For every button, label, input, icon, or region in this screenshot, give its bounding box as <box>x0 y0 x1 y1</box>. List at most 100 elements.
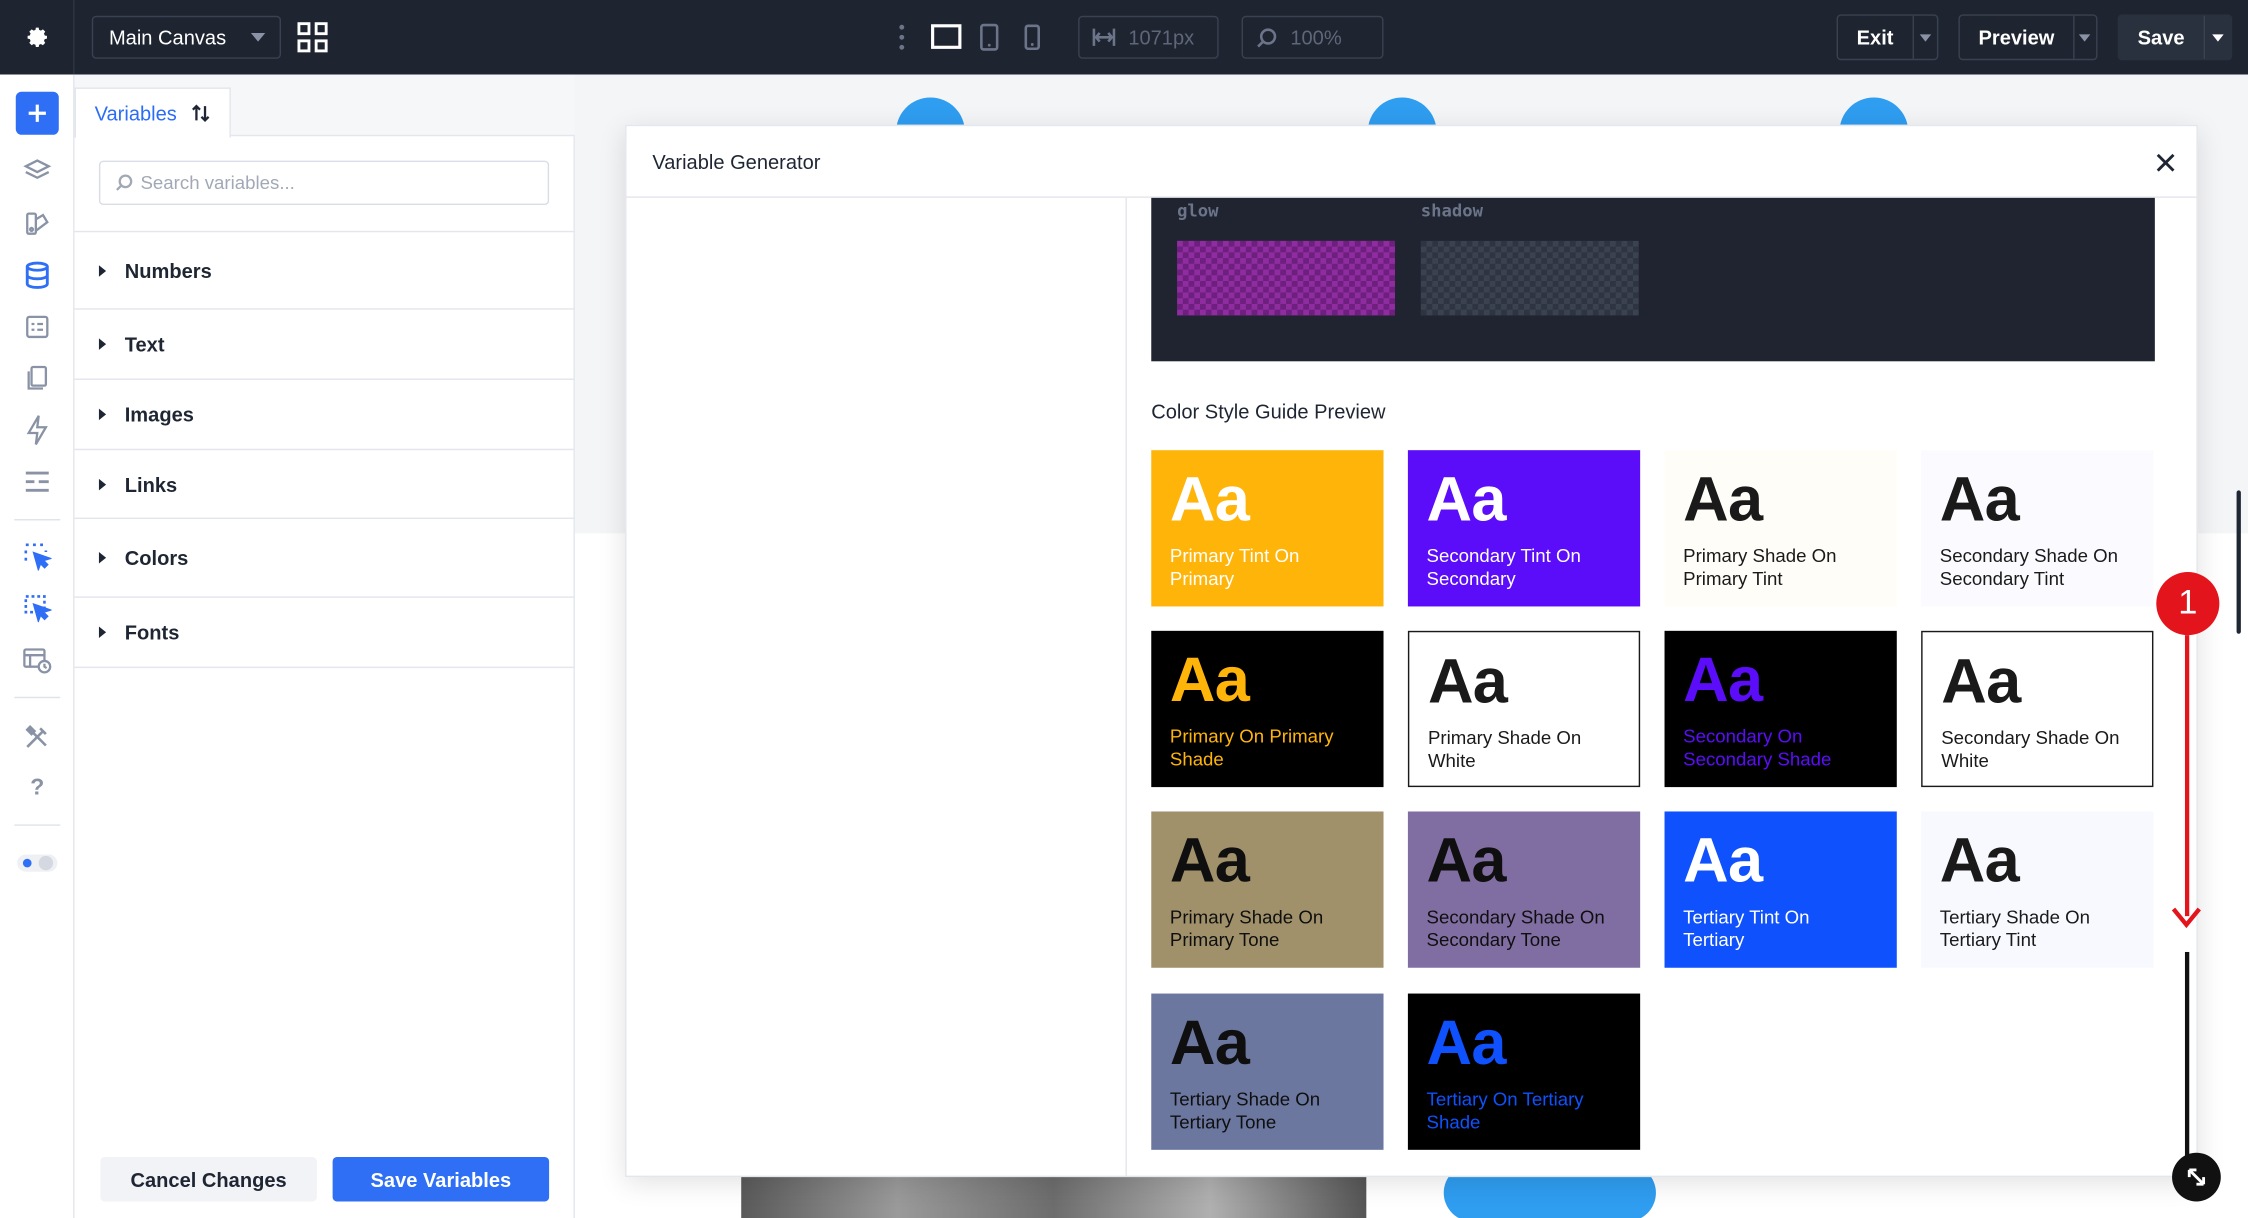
mobile-view-button[interactable] <box>1024 23 1041 59</box>
desktop-icon <box>931 24 962 49</box>
sort-icon[interactable] <box>191 103 211 123</box>
zoom-field[interactable]: 100% <box>1241 15 1384 59</box>
chevron-down-icon <box>2079 33 2092 41</box>
pages-icon <box>27 365 48 390</box>
settings-button[interactable] <box>0 0 75 75</box>
cancel-changes-button[interactable]: Cancel Changes <box>100 1156 317 1202</box>
section-links[interactable]: Links <box>74 450 575 519</box>
database-button[interactable] <box>14 252 60 298</box>
card-name: Tertiary Shade On Tertiary Tint <box>1939 906 2091 950</box>
section-text[interactable]: Text <box>74 310 575 380</box>
card-name: Tertiary Shade On Tertiary Tone <box>1169 1088 1321 1132</box>
tablet-icon <box>980 23 999 51</box>
forms-button[interactable] <box>14 304 60 350</box>
tablet-view-button[interactable] <box>979 23 999 59</box>
style-card: Aa Secondary Shade On White <box>1921 630 2154 788</box>
canvas-select[interactable]: Main Canvas <box>91 15 282 59</box>
card-sample-text: Aa <box>1939 464 2020 535</box>
pages-button[interactable] <box>14 356 60 402</box>
close-button[interactable] <box>2151 148 2180 177</box>
tools-button[interactable] <box>14 714 60 760</box>
section-label: Fonts <box>124 620 180 644</box>
desktop-view-button[interactable] <box>930 23 962 59</box>
structure-button[interactable] <box>14 459 60 505</box>
theme-toggle[interactable] <box>14 840 60 886</box>
database-icon <box>25 261 49 289</box>
search-icon <box>1257 27 1277 47</box>
caret-right-icon <box>98 551 107 564</box>
swatch-label: shadow <box>1420 200 1483 221</box>
caret-right-icon <box>98 264 107 276</box>
grid-view-button[interactable] <box>297 22 329 61</box>
style-card: Aa Tertiary Tint On Tertiary <box>1664 811 1897 968</box>
resize-guide-line <box>2184 951 2190 1160</box>
select-tool-alt-button[interactable] <box>14 585 60 631</box>
card-name: Primary Shade On Primary Tone <box>1169 906 1324 950</box>
panel-tabs: Variables <box>74 74 575 138</box>
card-sample-text: Aa <box>1169 1007 1250 1079</box>
chevron-down-icon <box>2211 33 2224 41</box>
layers-button[interactable] <box>14 148 60 194</box>
card-name: Primary On Primary Shade <box>1169 725 1334 770</box>
template-icon <box>23 648 52 674</box>
save-button[interactable]: Save <box>2117 14 2233 61</box>
modal-title: Variable Generator <box>652 149 821 173</box>
card-name: Secondary Shade On White <box>1941 726 2120 771</box>
style-card: Aa Tertiary Shade On Tertiary Tone <box>1151 993 1384 1150</box>
swatch-label: glow <box>1177 200 1219 221</box>
style-card: Aa Secondary Shade On Secondary Tone <box>1407 811 1641 968</box>
card-name: Tertiary Tint On Tertiary <box>1683 906 1810 950</box>
templates-button[interactable] <box>14 638 60 684</box>
save-label: Save <box>2137 25 2185 49</box>
section-label: Numbers <box>124 258 212 282</box>
exit-dropdown[interactable] <box>1912 15 1937 59</box>
scrollbar-thumb[interactable] <box>2236 490 2241 634</box>
preview-label: Preview <box>1978 25 2055 49</box>
exit-button[interactable]: Exit <box>1836 14 1939 61</box>
width-field[interactable]: 1071px <box>1078 15 1219 59</box>
chevron-down-icon <box>1919 33 1931 41</box>
more-vertical-icon <box>899 24 905 50</box>
card-sample-text: Aa <box>1683 464 1763 535</box>
card-name: Tertiary On Tertiary Shade <box>1426 1088 1584 1132</box>
section-label: Links <box>124 472 178 496</box>
add-element-button[interactable] <box>15 91 59 135</box>
section-colors[interactable]: Colors <box>74 519 575 598</box>
rail-divider <box>14 518 61 521</box>
interactions-button[interactable] <box>14 407 60 453</box>
section-label: Colors <box>124 546 189 570</box>
resize-width-icon <box>1092 28 1116 46</box>
list-icon <box>25 471 49 492</box>
form-icon <box>26 315 49 339</box>
modal-header: Variable Generator <box>626 126 2197 198</box>
rail-divider <box>14 824 61 826</box>
style-card: Aa Secondary Shade On Secondary Tint <box>1921 450 2154 607</box>
card-name: Secondary Shade On Secondary Tone <box>1426 906 1605 950</box>
caret-right-icon <box>98 478 107 490</box>
section-images[interactable]: Images <box>74 380 575 451</box>
help-icon: ? <box>30 775 45 801</box>
help-button[interactable]: ? <box>14 766 60 812</box>
search-input[interactable]: Search variables... <box>98 160 550 206</box>
layers-icon <box>23 159 52 180</box>
card-sample-text: Aa <box>1939 825 2020 897</box>
theme-toggle-icon <box>17 854 58 872</box>
select-tool-button[interactable] <box>14 533 60 579</box>
save-dropdown[interactable] <box>2203 15 2231 59</box>
design-icon <box>26 212 49 235</box>
style-card: Aa Primary Tint On Primary <box>1151 450 1384 607</box>
preview-button[interactable]: Preview <box>1958 14 2098 61</box>
section-fonts[interactable]: Fonts <box>74 598 575 669</box>
preview-dropdown[interactable] <box>2073 15 2096 59</box>
style-card: Aa Tertiary On Tertiary Shade <box>1407 993 1641 1150</box>
more-options-button[interactable] <box>897 24 906 57</box>
save-variables-button[interactable]: Save Variables <box>332 1156 550 1202</box>
close-icon <box>2155 153 2174 171</box>
variables-panel: Variables Search variables... Numbers Te… <box>74 74 575 1218</box>
design-button[interactable] <box>14 201 60 247</box>
tab-variables[interactable]: Variables <box>74 87 231 138</box>
section-numbers[interactable]: Numbers <box>74 230 575 310</box>
cursor-select-icon <box>24 543 52 571</box>
card-sample-text: Aa <box>1169 825 1250 897</box>
resize-handle[interactable] <box>2172 1152 2221 1202</box>
